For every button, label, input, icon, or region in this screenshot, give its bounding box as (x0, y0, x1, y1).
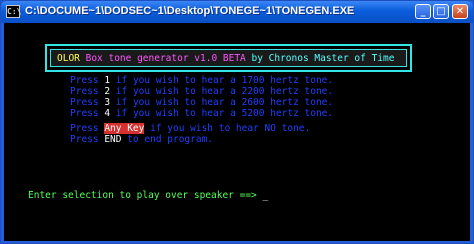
console-area[interactable]: OLOR Box tone generator v1.0 BETA by Chr… (4, 23, 470, 241)
close-button[interactable]: ✕ (452, 4, 468, 19)
menu-prefix: Press (70, 97, 105, 108)
window-title: C:\DOCUME~1\DODSEC~1\Desktop\TONEGE~1\TO… (25, 5, 355, 17)
end-prefix: Press (70, 134, 105, 145)
end-key: END (104, 134, 122, 145)
menu-line-4: Press 4 if you wish to hear a 5200 hertz… (70, 108, 333, 119)
maximize-button[interactable]: □ (433, 4, 449, 19)
title-bar[interactable]: C:\ C:\DOCUME~1\DODSEC~1\Desktop\TONEGE~… (1, 1, 473, 23)
window-right-border (470, 23, 473, 241)
menu-prefix: Press (70, 108, 105, 119)
no-tone-prefix: Press (70, 123, 105, 134)
menu-prefix: Press (70, 86, 105, 97)
any-key-highlight: Any Key (104, 123, 145, 134)
menu-line-1: Press 1 if you wish to hear a 1700 hertz… (70, 75, 333, 86)
menu-suffix: if you wish to hear a 2200 hertz tone. (110, 86, 334, 97)
end-suffix: to end program. (121, 134, 214, 145)
menu-line-2: Press 2 if you wish to hear a 2200 hertz… (70, 86, 333, 97)
menu-suffix: if you wish to hear a 1700 hertz tone. (110, 75, 334, 86)
end-line: Press END to end program. (70, 134, 213, 145)
menu-line-3: Press 3 if you wish to hear a 2600 hertz… (70, 97, 333, 108)
text-cursor: _ (262, 190, 269, 201)
banner-part-2: Box tone generator v1.0 BETA (79, 53, 246, 64)
banner-frame: OLOR Box tone generator v1.0 BETA by Chr… (45, 44, 412, 72)
minimize-button[interactable]: _ (415, 4, 431, 19)
banner-part-3: by Chronos Master of Time (245, 53, 395, 64)
console-app-icon[interactable]: C:\ (6, 5, 21, 18)
prompt-line[interactable]: Enter selection to play over speaker ==>… (28, 190, 268, 201)
menu-suffix: if you wish to hear a 2600 hertz tone. (110, 97, 334, 108)
menu-prefix: Press (70, 75, 105, 86)
no-tone-line: Press Any Key if you wish to hear NO ton… (70, 123, 310, 134)
banner-box: OLOR Box tone generator v1.0 BETA by Chr… (50, 49, 407, 67)
banner-title: OLOR Box tone generator v1.0 BETA by Chr… (57, 53, 394, 65)
no-tone-suffix: if you wish to hear NO tone. (144, 123, 311, 134)
prompt-text: Enter selection to play over speaker ==> (28, 190, 263, 201)
console-window: C:\ C:\DOCUME~1\DODSEC~1\Desktop\TONEGE~… (0, 0, 474, 244)
banner-part-1: OLOR (57, 53, 80, 64)
menu-suffix: if you wish to hear a 5200 hertz tone. (110, 108, 334, 119)
